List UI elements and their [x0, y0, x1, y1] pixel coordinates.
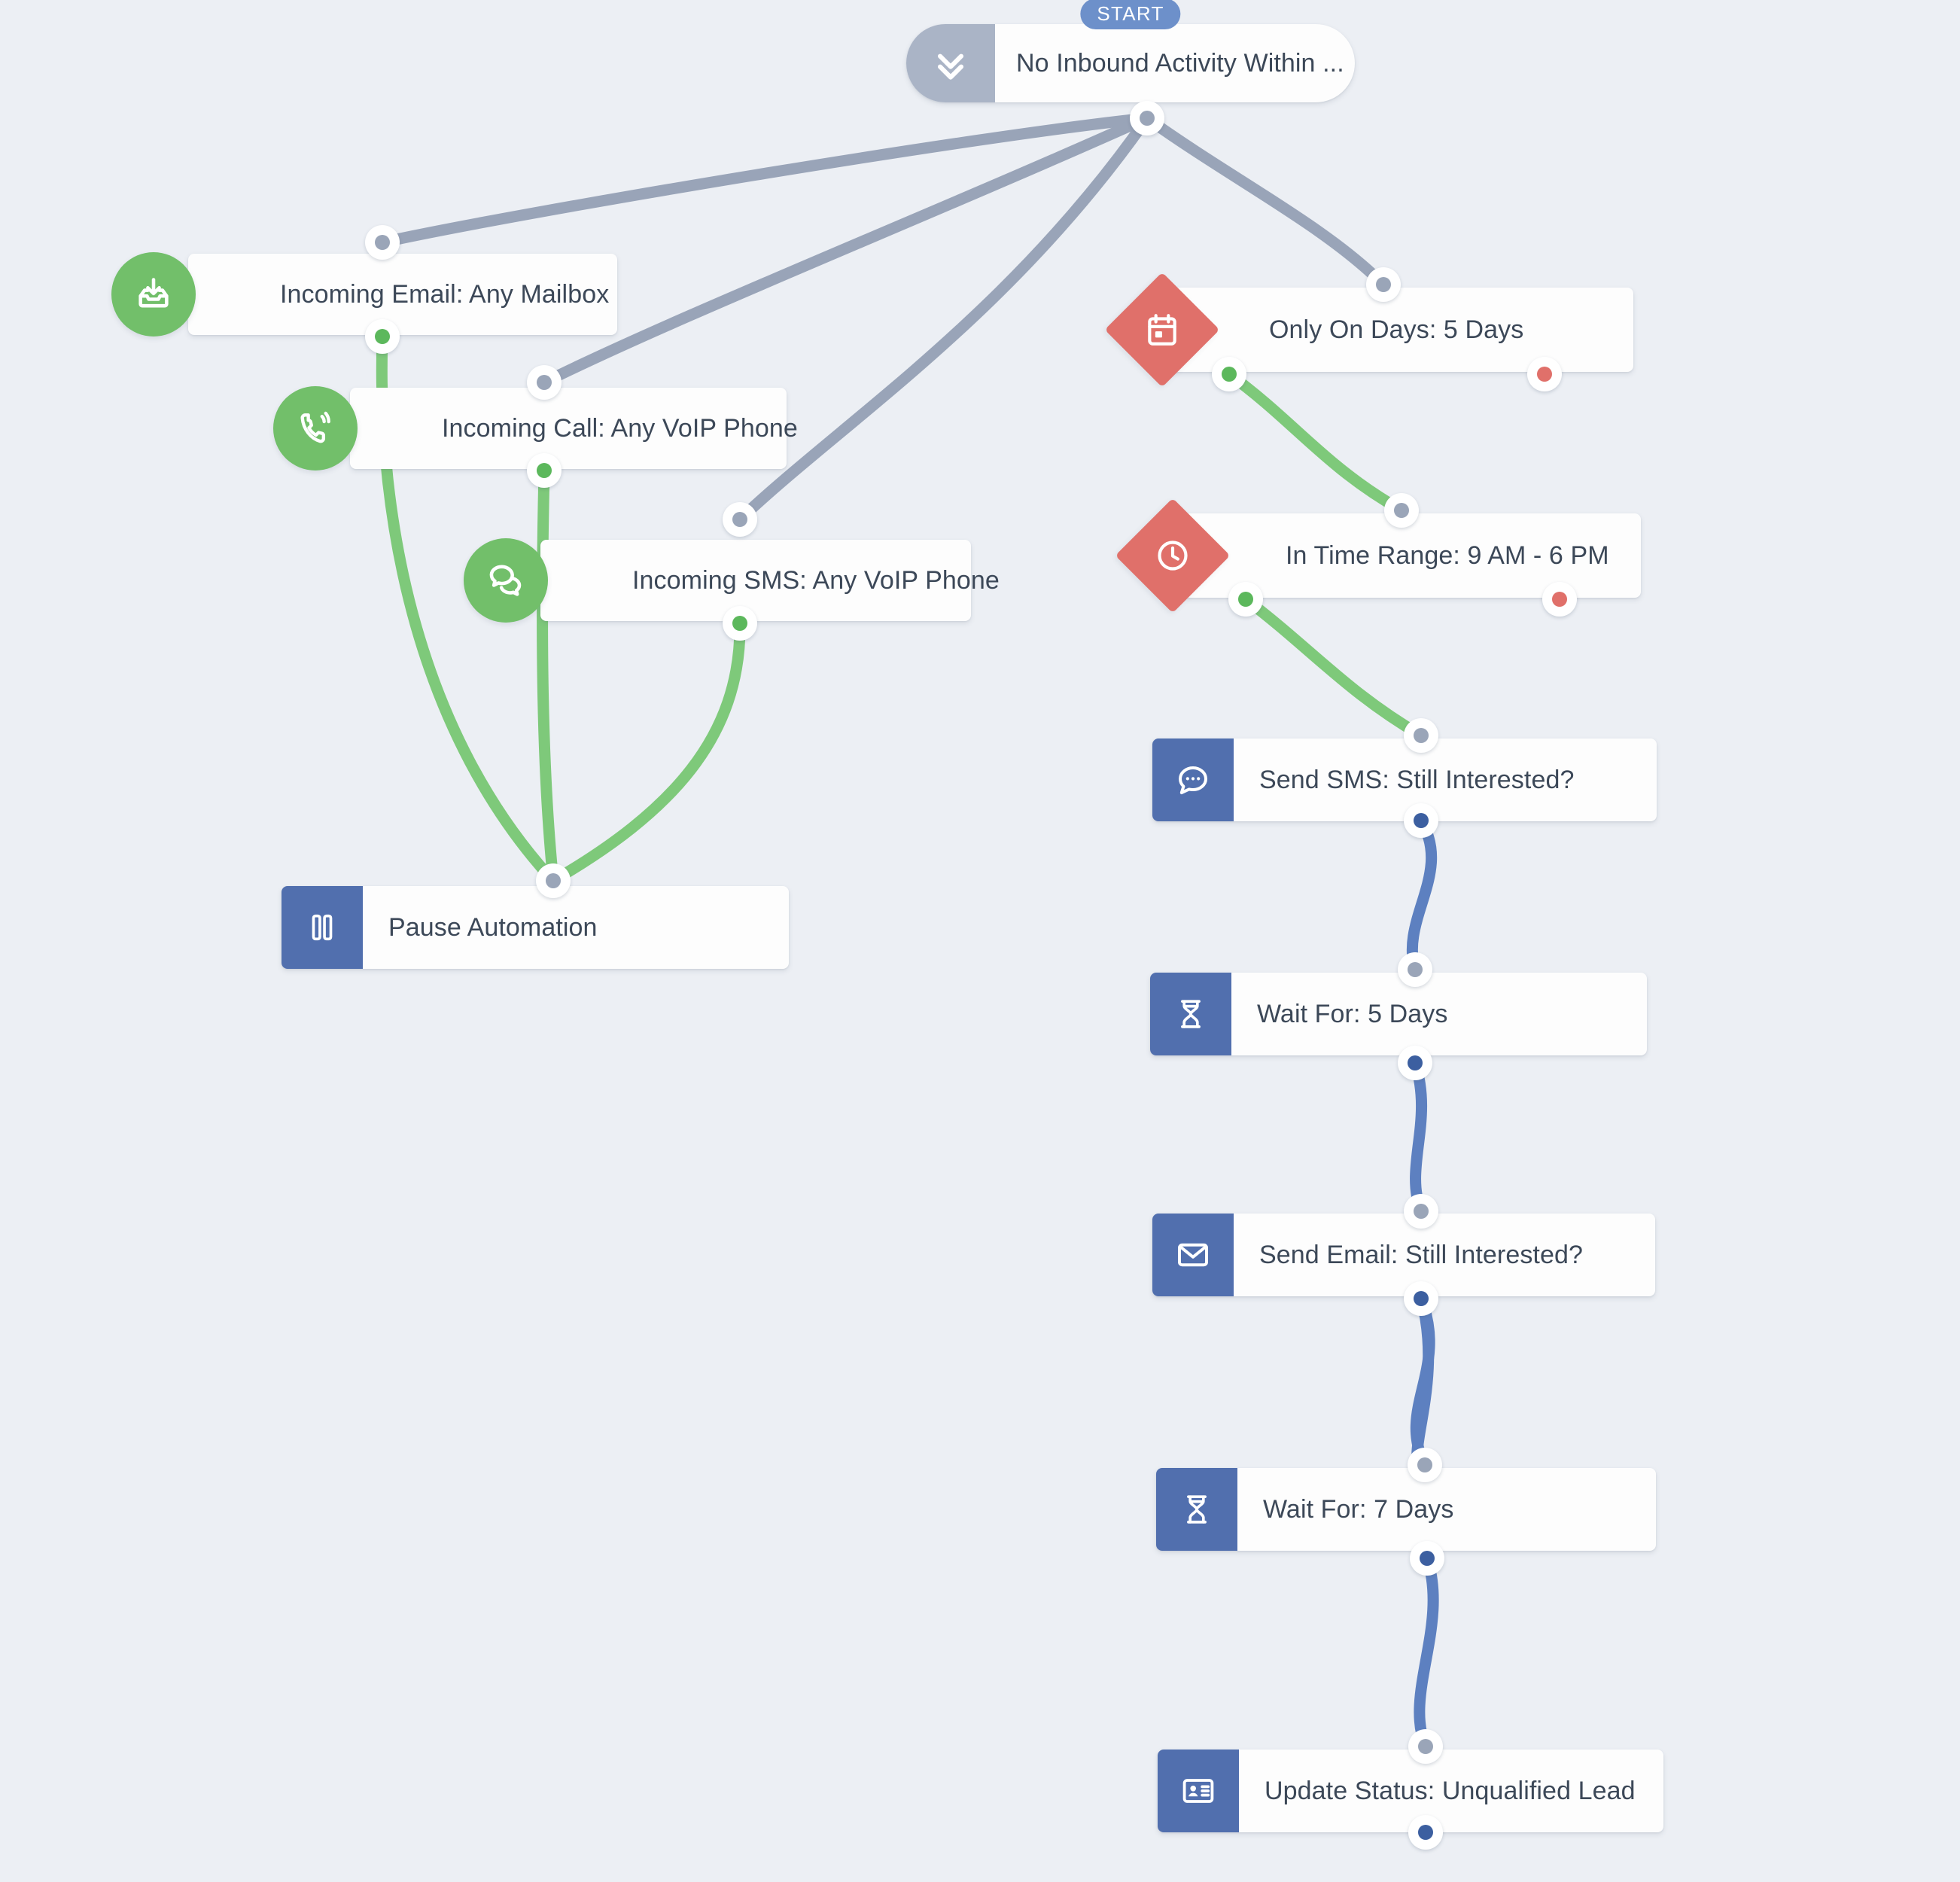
- port-in-time-range-false[interactable]: [1542, 582, 1577, 617]
- node-start-trigger[interactable]: START No Inbound Activity Within ...: [906, 0, 1355, 102]
- port-only-on-days-in[interactable]: [1366, 267, 1401, 302]
- port-incoming-call-in[interactable]: [527, 365, 562, 400]
- edge-incoming-sms-to-pause: [547, 617, 746, 887]
- port-wait-5-days-out[interactable]: [1398, 1046, 1432, 1080]
- workflow-canvas[interactable]: START No Inbound Activity Within ... Inc…: [0, 0, 1960, 1882]
- node-send-sms-label: Send SMS: Still Interested?: [1259, 765, 1575, 794]
- port-incoming-sms-in[interactable]: [723, 502, 757, 537]
- port-in-time-range-in[interactable]: [1384, 493, 1419, 528]
- node-send-email-label: Send Email: Still Interested?: [1259, 1240, 1584, 1269]
- port-wait-5-days-in[interactable]: [1398, 952, 1432, 987]
- node-start-label: No Inbound Activity Within ...: [1016, 48, 1344, 78]
- edge-start-to-incoming-sms: [734, 112, 1153, 525]
- edge-start-to-incoming-call: [538, 112, 1153, 388]
- chat-bubbles-icon: [464, 538, 548, 623]
- port-incoming-email-out[interactable]: [365, 319, 400, 354]
- node-update-status[interactable]: Update Status: Unqualified Lead: [1158, 1750, 1663, 1832]
- node-in-time-range-label: In Time Range: 9 AM - 6 PM: [1286, 541, 1609, 570]
- edge-send-sms-to-wait-5-days: [1406, 815, 1438, 976]
- edge-in-time-range-to-send-sms: [1240, 593, 1427, 742]
- port-send-sms-out[interactable]: [1404, 803, 1438, 838]
- port-incoming-sms-out[interactable]: [723, 606, 757, 641]
- edge-send-email-to-wait-7-days: [1411, 1293, 1435, 1471]
- port-wait-7-days-in[interactable]: [1408, 1448, 1442, 1482]
- port-only-on-days-false[interactable]: [1527, 357, 1562, 391]
- port-send-email-in[interactable]: [1404, 1194, 1438, 1229]
- chevron-double-down-icon: [906, 24, 995, 102]
- port-in-time-range-true[interactable]: [1228, 582, 1263, 617]
- node-wait-5-days-label: Wait For: 5 Days: [1257, 999, 1448, 1028]
- edge-wait-5-days-to-send-email: [1409, 1057, 1428, 1217]
- pause-icon: [282, 886, 363, 969]
- node-pause-automation[interactable]: Pause Automation: [282, 886, 789, 969]
- port-update-status-in[interactable]: [1408, 1729, 1443, 1764]
- clock-icon: [1132, 515, 1213, 596]
- port-update-status-out[interactable]: [1408, 1815, 1443, 1850]
- envelope-icon: [1152, 1214, 1234, 1296]
- calendar-icon: [1122, 289, 1203, 370]
- port-wait-7-days-out[interactable]: [1410, 1541, 1444, 1576]
- hourglass-icon: [1150, 973, 1231, 1055]
- port-send-sms-in[interactable]: [1404, 718, 1438, 753]
- node-incoming-email[interactable]: Incoming Email: Any Mailbox: [188, 254, 617, 335]
- contact-card-icon: [1158, 1750, 1239, 1832]
- node-incoming-sms[interactable]: Incoming SMS: Any VoIP Phone: [540, 540, 1000, 621]
- node-pause-automation-label: Pause Automation: [388, 912, 598, 942]
- port-start-out[interactable]: [1130, 101, 1164, 136]
- node-send-sms[interactable]: Send SMS: Still Interested?: [1152, 738, 1657, 821]
- edge-only-on-days-to-in-time-range: [1223, 368, 1408, 516]
- port-incoming-email-in[interactable]: [365, 225, 400, 260]
- edge-start-to-only-on-days: [1141, 112, 1389, 291]
- node-wait-5-days[interactable]: Wait For: 5 Days: [1150, 973, 1647, 1055]
- node-only-on-days-label: Only On Days: 5 Days: [1269, 315, 1524, 344]
- node-wait-7-days-label: Wait For: 7 Days: [1263, 1494, 1454, 1524]
- chat-dots-icon: [1152, 738, 1234, 821]
- node-send-email[interactable]: Send Email: Still Interested?: [1152, 1214, 1655, 1296]
- port-pause-automation-in[interactable]: [536, 863, 571, 898]
- port-send-email-out[interactable]: [1404, 1281, 1438, 1316]
- edge-incoming-call-to-pause: [537, 464, 559, 887]
- hourglass-icon: [1156, 1468, 1237, 1551]
- inbox-download-icon: [111, 252, 196, 337]
- port-incoming-call-out[interactable]: [527, 453, 562, 488]
- edge-send-email-to-wait-7-days-b: [1410, 1293, 1435, 1471]
- node-incoming-sms-label: Incoming SMS: Any VoIP Phone: [632, 565, 1000, 595]
- node-incoming-call[interactable]: Incoming Call: Any VoIP Phone: [350, 388, 798, 469]
- phone-ringing-icon: [273, 386, 358, 470]
- node-wait-7-days[interactable]: Wait For: 7 Days: [1156, 1468, 1656, 1551]
- node-incoming-email-label: Incoming Email: Any Mailbox: [280, 279, 610, 309]
- edge-wait-7-days-to-update-status: [1414, 1552, 1439, 1753]
- node-incoming-call-label: Incoming Call: Any VoIP Phone: [442, 413, 798, 443]
- node-update-status-label: Update Status: Unqualified Lead: [1265, 1776, 1636, 1805]
- port-only-on-days-true[interactable]: [1212, 357, 1246, 391]
- start-badge: START: [1080, 0, 1181, 29]
- edge-start-to-incoming-email: [376, 112, 1153, 248]
